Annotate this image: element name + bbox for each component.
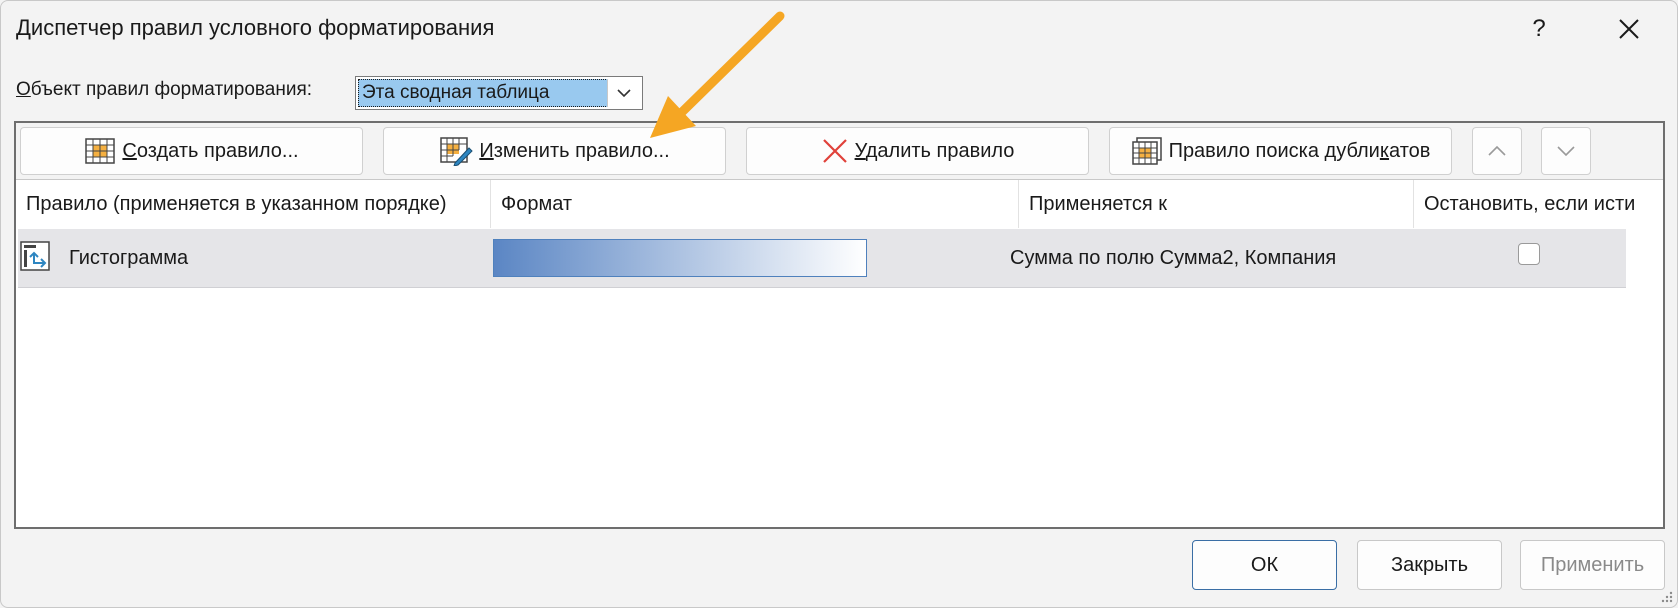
chevron-down-icon (1557, 146, 1575, 157)
rule-row[interactable]: Гистограмма Сумма по полю Сумма2, Компан… (18, 229, 1626, 288)
resize-grip-icon[interactable] (1659, 589, 1673, 603)
conditional-formatting-rules-dialog: Диспетчер правил условного форматировани… (0, 0, 1678, 608)
close-dialog-button[interactable] (1601, 7, 1657, 51)
close-button[interactable]: Закрыть (1357, 540, 1502, 590)
new-rule-label: Создать правило... (122, 139, 299, 162)
scope-dropdown[interactable]: Эта сводная таблица (355, 76, 643, 110)
rules-toolbar: Создать правило... Изменить правило... У… (16, 123, 1663, 180)
column-header-applies-to[interactable]: Применяется к (1019, 180, 1414, 228)
move-down-button[interactable] (1541, 127, 1591, 175)
new-rule-button[interactable]: Создать правило... (20, 127, 363, 175)
delete-rule-button[interactable]: Удалить правило (746, 127, 1089, 175)
scope-label-text: бъект правил форматирования: (30, 79, 313, 100)
rule-applies-to[interactable]: Сумма по полю Сумма2, Компания (1010, 229, 1336, 287)
duplicate-rule-label: Правило поиска дубликатов (1168, 139, 1431, 162)
apply-button[interactable]: Применить (1520, 540, 1665, 590)
column-header-stop-if-true[interactable]: Остановить, если истина (1414, 180, 1636, 228)
duplicate-table-icon (1131, 137, 1162, 165)
databar-format-preview (493, 239, 867, 277)
column-header-format[interactable]: Формат (491, 180, 1019, 228)
edit-rule-button[interactable]: Изменить правило... (383, 127, 726, 175)
scope-label: Объект правил форматирования: (16, 79, 312, 101)
chevron-up-icon (1488, 145, 1506, 156)
column-header-rule[interactable]: Правило (применяется в указанном порядке… (16, 180, 491, 228)
rule-name: Гистограмма (69, 247, 189, 269)
scope-label-accesskey: О (16, 79, 31, 100)
rules-panel: Создать правило... Изменить правило... У… (14, 121, 1665, 529)
scope-selected-value: Эта сводная таблица (358, 79, 608, 107)
table-edit-icon (440, 137, 474, 166)
databar-rule-icon (20, 241, 50, 271)
table-grid-icon (85, 138, 116, 164)
rule-type-icon-wrap (20, 241, 50, 276)
help-button[interactable]: ? (1511, 7, 1567, 51)
stop-if-true-checkbox[interactable] (1518, 243, 1540, 265)
rules-grid-header: Правило (применяется в указанном порядке… (16, 180, 1636, 228)
chevron-down-icon (617, 89, 631, 98)
dialog-title: Диспетчер правил условного форматировани… (16, 15, 495, 40)
move-up-button[interactable] (1472, 127, 1522, 175)
delete-x-icon (822, 139, 847, 163)
close-icon (1619, 19, 1639, 39)
scope-dropdown-arrow[interactable] (607, 79, 640, 107)
ok-button[interactable]: ОК (1192, 540, 1337, 590)
edit-rule-label: Изменить правило... (479, 139, 670, 162)
delete-rule-label: Удалить правило (854, 139, 1015, 162)
duplicate-rule-button[interactable]: Правило поиска дубликатов (1109, 127, 1452, 175)
